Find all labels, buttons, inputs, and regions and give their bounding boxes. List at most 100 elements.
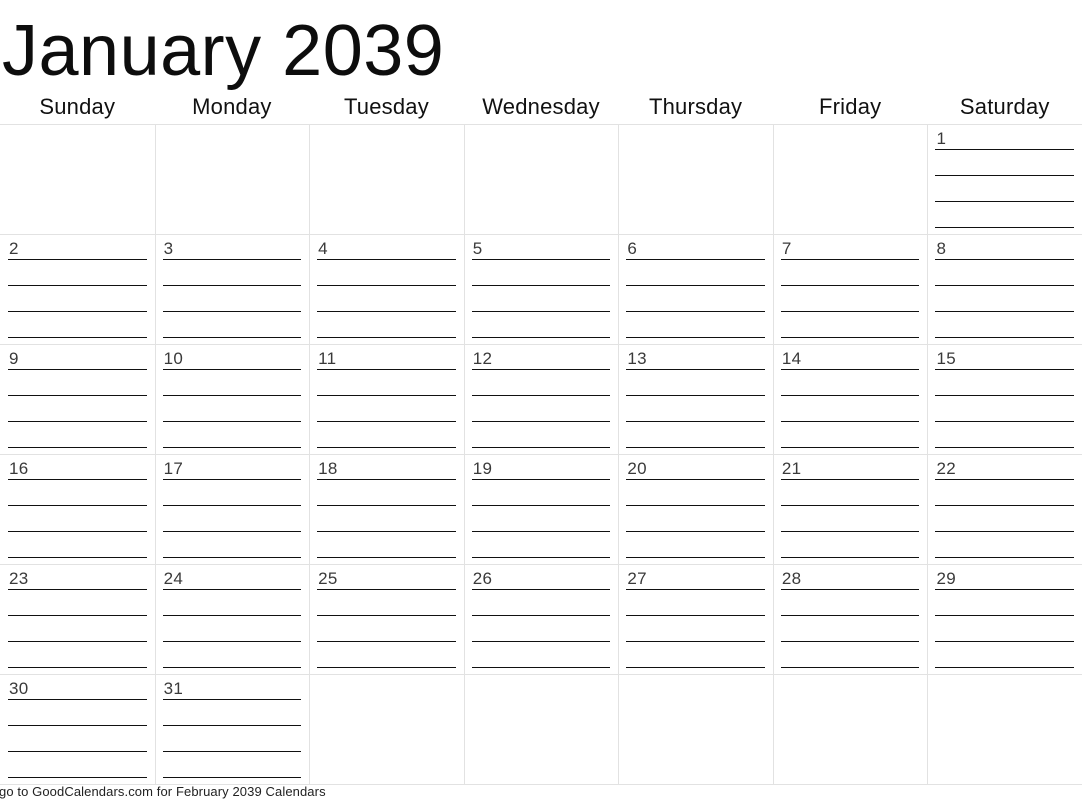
note-lines[interactable] (162, 259, 302, 338)
note-line[interactable] (780, 369, 920, 370)
calendar-day-cell[interactable]: 15 (927, 345, 1082, 454)
note-line[interactable] (626, 285, 765, 286)
note-line[interactable] (8, 395, 147, 396)
note-line[interactable] (935, 447, 1075, 448)
note-line[interactable] (626, 557, 765, 558)
note-line[interactable] (626, 589, 765, 590)
note-line[interactable] (626, 505, 765, 506)
note-line[interactable] (317, 447, 456, 448)
calendar-day-cell[interactable]: 23 (0, 565, 155, 674)
note-line[interactable] (317, 421, 456, 422)
note-line[interactable] (935, 149, 1075, 150)
calendar-day-cell[interactable]: 28 (772, 565, 928, 674)
note-line[interactable] (935, 615, 1075, 616)
note-lines[interactable] (317, 589, 456, 668)
note-line[interactable] (935, 175, 1075, 176)
note-line[interactable] (8, 751, 147, 752)
note-line[interactable] (935, 641, 1075, 642)
note-line[interactable] (935, 557, 1075, 558)
note-line[interactable] (8, 589, 147, 590)
calendar-day-cell[interactable]: 26 (463, 565, 619, 674)
note-line[interactable] (935, 667, 1075, 668)
calendar-day-cell[interactable]: 8 (927, 235, 1082, 344)
note-line[interactable] (8, 421, 147, 422)
note-line[interactable] (626, 667, 765, 668)
note-line[interactable] (935, 421, 1075, 422)
calendar-day-cell[interactable]: 14 (772, 345, 928, 454)
note-lines[interactable] (780, 369, 920, 448)
note-line[interactable] (317, 615, 456, 616)
note-lines[interactable] (8, 479, 147, 558)
note-line[interactable] (780, 447, 920, 448)
calendar-day-cell-empty[interactable] (618, 125, 773, 234)
calendar-day-cell[interactable]: 20 (618, 455, 773, 564)
note-lines[interactable] (935, 369, 1075, 448)
note-lines[interactable] (317, 479, 456, 558)
note-line[interactable] (162, 751, 302, 752)
note-lines[interactable] (626, 479, 765, 558)
note-line[interactable] (8, 641, 147, 642)
note-lines[interactable] (780, 479, 920, 558)
note-line[interactable] (780, 479, 920, 480)
note-line[interactable] (162, 259, 302, 260)
note-line[interactable] (317, 531, 456, 532)
note-line[interactable] (162, 337, 302, 338)
note-line[interactable] (935, 227, 1075, 228)
calendar-day-cell[interactable]: 22 (927, 455, 1082, 564)
note-lines[interactable] (780, 259, 920, 338)
calendar-day-cell[interactable]: 7 (772, 235, 928, 344)
note-lines[interactable] (317, 259, 456, 338)
note-line[interactable] (162, 479, 302, 480)
note-line[interactable] (471, 447, 611, 448)
note-line[interactable] (626, 421, 765, 422)
note-line[interactable] (162, 725, 302, 726)
note-line[interactable] (317, 285, 456, 286)
note-line[interactable] (162, 505, 302, 506)
calendar-day-cell-empty[interactable] (0, 125, 155, 234)
note-lines[interactable] (935, 479, 1075, 558)
calendar-day-cell[interactable]: 12 (463, 345, 619, 454)
note-lines[interactable] (162, 699, 302, 778)
note-line[interactable] (471, 615, 611, 616)
note-line[interactable] (162, 699, 302, 700)
note-line[interactable] (8, 447, 147, 448)
note-line[interactable] (162, 589, 302, 590)
note-line[interactable] (780, 285, 920, 286)
note-line[interactable] (8, 557, 147, 558)
note-line[interactable] (162, 447, 302, 448)
note-line[interactable] (626, 337, 765, 338)
calendar-day-cell[interactable]: 6 (618, 235, 773, 344)
note-line[interactable] (780, 395, 920, 396)
calendar-day-cell[interactable]: 18 (309, 455, 464, 564)
note-line[interactable] (471, 369, 611, 370)
note-line[interactable] (935, 505, 1075, 506)
calendar-day-cell[interactable]: 16 (0, 455, 155, 564)
note-line[interactable] (471, 285, 611, 286)
note-line[interactable] (626, 641, 765, 642)
note-line[interactable] (8, 285, 147, 286)
note-line[interactable] (626, 395, 765, 396)
note-line[interactable] (317, 395, 456, 396)
note-line[interactable] (626, 479, 765, 480)
note-line[interactable] (162, 531, 302, 532)
note-line[interactable] (780, 259, 920, 260)
calendar-day-cell[interactable]: 1 (927, 125, 1082, 234)
note-line[interactable] (780, 615, 920, 616)
note-line[interactable] (162, 369, 302, 370)
calendar-day-cell[interactable]: 25 (309, 565, 464, 674)
note-line[interactable] (8, 531, 147, 532)
note-line[interactable] (317, 337, 456, 338)
note-line[interactable] (935, 285, 1075, 286)
note-line[interactable] (8, 479, 147, 480)
note-lines[interactable] (8, 589, 147, 668)
note-line[interactable] (935, 479, 1075, 480)
calendar-day-cell-empty[interactable] (463, 675, 619, 784)
calendar-day-cell[interactable]: 19 (463, 455, 619, 564)
note-line[interactable] (471, 311, 611, 312)
note-line[interactable] (935, 369, 1075, 370)
note-lines[interactable] (780, 589, 920, 668)
note-line[interactable] (8, 369, 147, 370)
note-line[interactable] (626, 369, 765, 370)
note-line[interactable] (780, 531, 920, 532)
note-line[interactable] (471, 259, 611, 260)
